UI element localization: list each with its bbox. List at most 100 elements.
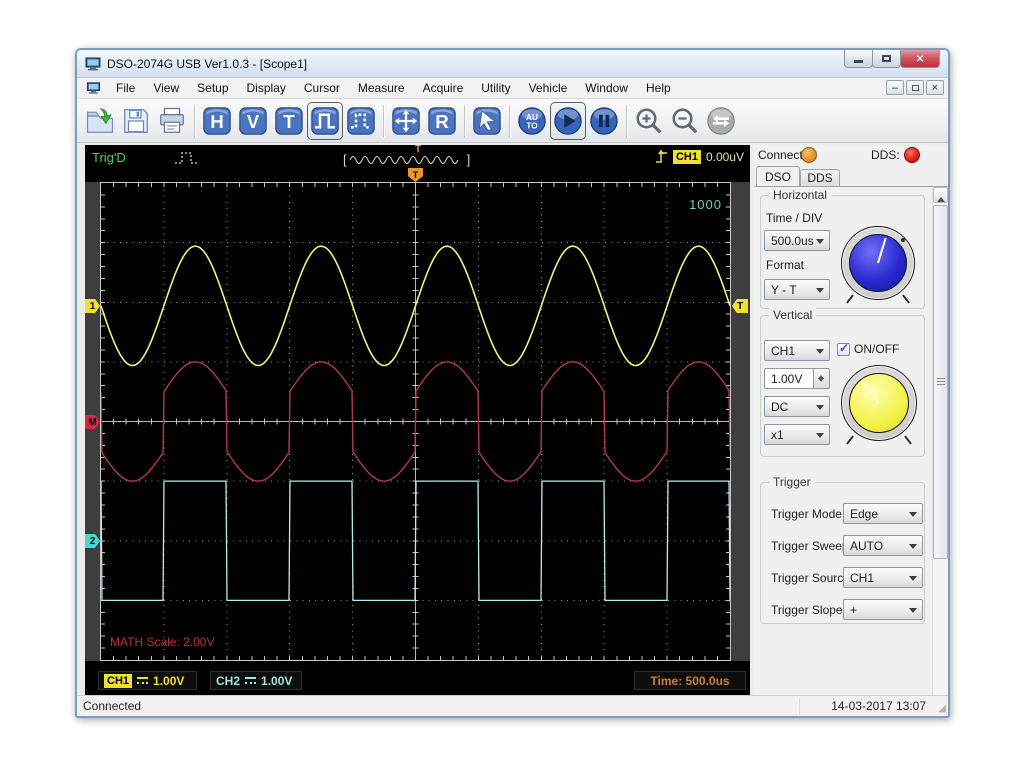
resize-grip[interactable]: ◢ xyxy=(938,703,946,714)
channel-onoff-checkbox[interactable]: ✓ ON/OFF xyxy=(837,342,899,356)
menu-setup[interactable]: Setup xyxy=(188,78,237,98)
coupling-dropdown[interactable]: DC xyxy=(764,396,830,417)
toolbar-separator xyxy=(464,105,465,137)
dc-coupling-icon xyxy=(137,677,148,685)
ch1-volts-per-div: 1.00V xyxy=(153,674,184,688)
volts-div-value: 1.00V xyxy=(764,368,814,389)
vertical-group-title: Vertical xyxy=(769,308,816,322)
scope-status-bar: Trig'D T [ ] CH1 0.00uV xyxy=(85,145,750,171)
tab-dso[interactable]: DSO xyxy=(756,166,800,186)
zoom-in-button[interactable] xyxy=(631,102,667,140)
vertical-settings-button[interactable]: V xyxy=(235,102,271,140)
probe-value: x1 xyxy=(771,428,784,442)
minimize-button[interactable] xyxy=(844,50,873,68)
checkbox-box: ✓ xyxy=(837,343,850,356)
format-value: Y - T xyxy=(771,283,797,297)
print-button[interactable] xyxy=(154,102,190,140)
trigger-position-marker-label: T xyxy=(413,170,419,180)
auto-set-button[interactable]: AUTO xyxy=(514,102,550,140)
chevron-down-icon xyxy=(816,405,824,414)
menu-vehicle[interactable]: Vehicle xyxy=(520,78,577,98)
menu-items: FileViewSetupDisplayCursorMeasureAcquire… xyxy=(107,78,680,98)
trigger-slope-dropdown[interactable]: + xyxy=(843,599,923,620)
toolbar: HVT R AUTO xyxy=(77,99,948,143)
waveform-dotted-button[interactable] xyxy=(343,102,379,140)
xy-mode-button[interactable] xyxy=(388,102,424,140)
mdi-restore-button[interactable] xyxy=(906,80,924,95)
svg-text:AU: AU xyxy=(526,112,538,121)
waveform-solid-button[interactable] xyxy=(307,102,343,140)
waveform-plot xyxy=(101,183,730,660)
volts-div-knob[interactable] xyxy=(841,365,917,441)
svg-text:TO: TO xyxy=(526,121,538,130)
trigger-sweep-dropdown[interactable]: AUTO xyxy=(843,535,923,556)
waveform-preview: [ ] xyxy=(343,152,470,167)
trigger-source-value: CH1 xyxy=(850,571,874,585)
refresh-button[interactable]: R xyxy=(424,102,460,140)
cursor-measure-button[interactable] xyxy=(469,102,505,140)
time-div-value: 500.0us xyxy=(771,234,814,248)
menu-display[interactable]: Display xyxy=(238,78,295,98)
menu-acquire[interactable]: Acquire xyxy=(414,78,473,98)
trigger-position-marker[interactable]: T xyxy=(408,168,423,182)
zoom-in-icon xyxy=(634,106,664,136)
tab-dso-label: DSO xyxy=(765,170,791,184)
format-dropdown[interactable]: Y - T xyxy=(764,279,830,300)
menu-file[interactable]: File xyxy=(107,78,144,98)
channel-dropdown[interactable]: CH1 xyxy=(764,340,830,361)
menu-window[interactable]: Window xyxy=(576,78,637,98)
probe-dropdown[interactable]: x1 xyxy=(764,424,830,445)
trigger-readout: CH1 0.00uV xyxy=(655,149,744,165)
trigger-mode-dropdown[interactable]: Edge xyxy=(843,503,923,524)
close-button[interactable]: × xyxy=(900,50,940,68)
trigger-mode-value: Edge xyxy=(850,507,878,521)
trigger-source-dropdown[interactable]: CH1 xyxy=(843,567,923,588)
menu-measure[interactable]: Measure xyxy=(349,78,414,98)
tab-dds-label: DDS xyxy=(807,171,832,185)
mdi-close-button[interactable]: × xyxy=(926,80,944,95)
trigger-settings-button[interactable]: T xyxy=(271,102,307,140)
save-button[interactable] xyxy=(118,102,154,140)
open-icon xyxy=(85,106,115,136)
trigger-sweep-label: Trigger Sweep xyxy=(771,539,849,553)
restore-button[interactable] xyxy=(872,50,901,68)
menu-help[interactable]: Help xyxy=(637,78,680,98)
menu-cursor[interactable]: Cursor xyxy=(295,78,349,98)
panel-scrollbar[interactable] xyxy=(932,187,948,696)
menu-utility[interactable]: Utility xyxy=(472,78,519,98)
t-letter-icon: T xyxy=(274,106,304,136)
trigger-row: Trigger ModeEdge xyxy=(761,503,926,524)
run-button[interactable] xyxy=(550,102,586,140)
knob-face xyxy=(849,373,909,433)
open-button[interactable] xyxy=(82,102,118,140)
close-icon: × xyxy=(916,51,924,66)
time-per-div-value: Time: 500.0us xyxy=(650,674,729,688)
toolbar-separator xyxy=(626,105,627,137)
scrollbar-thumb[interactable] xyxy=(933,205,948,559)
tab-dds[interactable]: DDS xyxy=(800,169,840,186)
volts-div-spinner[interactable]: 1.00V xyxy=(764,368,830,389)
trigger-status: Trig'D xyxy=(92,150,126,165)
title-bar[interactable]: DSO-2074G USB Ver1.0.3 - [Scope1] × xyxy=(77,50,948,78)
horizontal-settings-button[interactable]: H xyxy=(199,102,235,140)
time-div-dropdown[interactable]: 500.0us xyxy=(764,230,830,251)
scroll-up-button[interactable] xyxy=(933,187,948,203)
spinner-buttons[interactable] xyxy=(814,368,830,389)
horizontal-position-preview[interactable]: T [ ] xyxy=(343,145,493,169)
pulse-icon xyxy=(310,106,340,136)
cursor-icon xyxy=(472,106,502,136)
horizontal-group: Horizontal Time / DIV 500.0us Format Y -… xyxy=(760,195,925,309)
ch2-volts-per-div: 1.00V xyxy=(261,674,292,688)
pause-button[interactable] xyxy=(586,102,622,140)
time-div-knob[interactable] xyxy=(841,226,915,300)
transfer-button[interactable] xyxy=(703,102,739,140)
mdi-minimize-button[interactable]: – xyxy=(886,80,904,95)
connect-label: Connect: xyxy=(758,148,806,162)
trigger-row: Trigger SourceCH1 xyxy=(761,567,926,588)
zoom-out-button[interactable] xyxy=(667,102,703,140)
chevron-down-icon xyxy=(816,239,824,248)
mdi-window-controls: – × xyxy=(886,80,944,95)
knob-foot xyxy=(846,435,854,444)
menu-view[interactable]: View xyxy=(144,78,188,98)
preview-right-bracket: ] xyxy=(467,152,471,167)
